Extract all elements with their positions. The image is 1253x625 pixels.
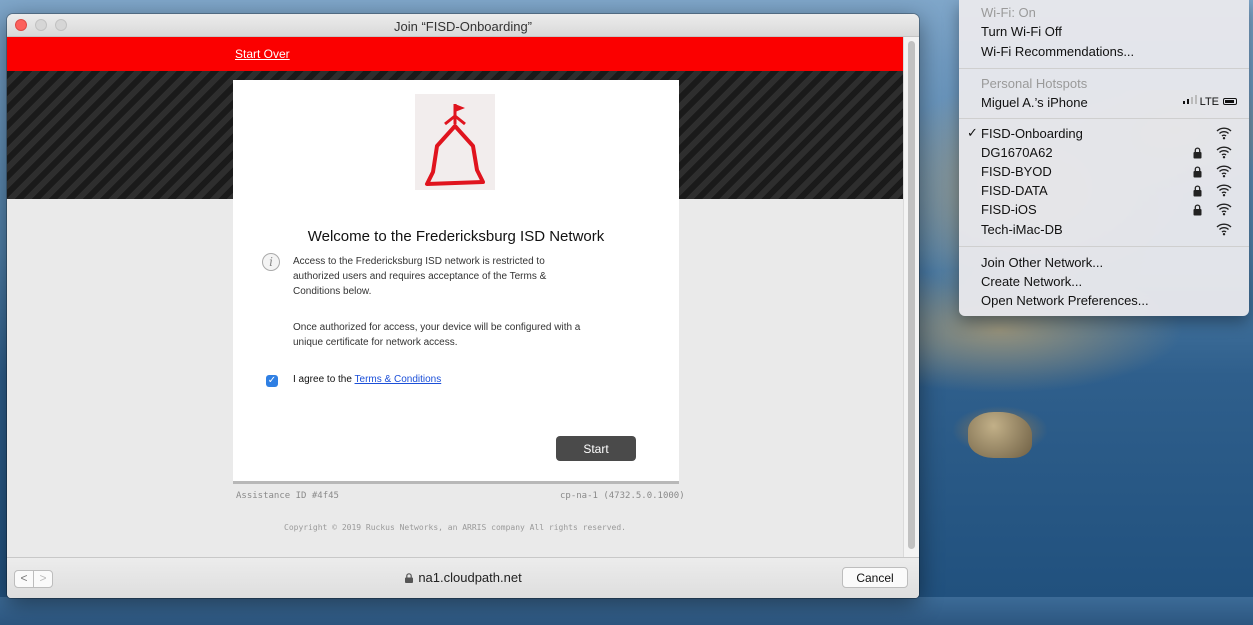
build-version: cp-na-1 (4732.5.0.1000) [560,491,685,501]
fisd-schoolhouse-logo [415,94,495,190]
minimize-window-button[interactable] [35,19,47,31]
network-item-tech-imac-db[interactable]: Tech-iMac-DB [981,220,1063,239]
zoom-window-button[interactable] [55,19,67,31]
window-title: Join “FISD-Onboarding” [394,19,532,34]
captive-portal-window: Join “FISD-Onboarding” Start Over Welcom… [7,14,919,598]
window-bottom-bar: < > na1.cloudpath.net Cancel [7,557,919,598]
url-display: na1.cloudpath.net [7,570,919,585]
network-item-dg1670a62[interactable]: DG1670A62 [981,143,1053,162]
url-text: na1.cloudpath.net [418,570,522,585]
lock-icon [1193,166,1202,178]
wifi-signal-icon [1216,184,1232,197]
portal-content: Start Over Welcome to the Fredericksburg… [7,37,903,557]
hotspot-item-iphone[interactable]: Miguel A.’s iPhone [981,93,1088,112]
wifi-signal-icon [1216,223,1232,236]
header-red-bar: Start Over [7,37,903,71]
network-item-fisd-ios[interactable]: FISD-iOS [981,200,1037,219]
turn-wifi-off-item[interactable]: Turn Wi-Fi Off [981,22,1062,41]
close-window-button[interactable] [15,19,27,31]
wallpaper-sea [0,597,1253,625]
lock-icon [1193,147,1202,159]
agree-terms-checkbox[interactable]: ✓ [266,375,278,387]
network-item-fisd-onboarding[interactable]: FISD-Onboarding [981,124,1083,143]
vertical-scrollbar[interactable] [903,37,919,557]
connected-checkmark-icon: ✓ [967,125,978,140]
info-icon: i [262,253,280,271]
terms-conditions-link[interactable]: Terms & Conditions [355,374,442,385]
start-button[interactable]: Start [556,436,636,461]
wallpaper-rock [968,412,1032,458]
agree-terms-label: I agree to the Terms & Conditions [293,374,533,385]
start-over-link[interactable]: Start Over [235,47,290,61]
personal-hotspots-header: Personal Hotspots [981,76,1088,91]
network-item-fisd-data[interactable]: FISD-DATA [981,181,1048,200]
window-titlebar[interactable]: Join “FISD-Onboarding” [7,14,919,37]
wifi-signal-icon [1216,165,1232,178]
wifi-recommendations-item[interactable]: Wi-Fi Recommendations... [981,42,1134,61]
lock-icon [1193,204,1202,216]
join-other-network-item[interactable]: Join Other Network... [981,253,1103,272]
lock-icon [405,573,414,583]
access-notice-text: Access to the Fredericksburg ISD network… [293,256,547,297]
scrollbar-thumb[interactable] [908,41,915,549]
welcome-heading: Welcome to the Fredericksburg ISD Networ… [307,228,605,245]
menu-separator [959,118,1249,119]
network-type-label: LTE [1199,96,1219,108]
menu-separator [959,246,1249,247]
hotspot-status: LTE [1182,95,1237,108]
wifi-signal-icon [1216,127,1232,140]
signal-bars-icon [1182,95,1197,104]
certificate-notice-text: Once authorized for access, your device … [293,322,581,348]
lock-icon [1193,185,1202,197]
assistance-id: Assistance ID #4f45 [236,491,339,501]
network-item-fisd-byod[interactable]: FISD-BYOD [981,162,1052,181]
cancel-button[interactable]: Cancel [842,567,908,588]
wifi-signal-icon [1216,146,1232,159]
create-network-item[interactable]: Create Network... [981,272,1082,291]
welcome-card: Welcome to the Fredericksburg ISD Networ… [233,80,679,484]
agree-prefix-text: I agree to the [293,374,355,385]
open-network-preferences-item[interactable]: Open Network Preferences... [981,291,1149,310]
menu-separator [959,68,1249,69]
wifi-menu: Wi-Fi: On Turn Wi-Fi Off Wi-Fi Recommend… [959,0,1249,316]
wifi-status: Wi-Fi: On [981,5,1036,20]
battery-icon [1223,98,1237,105]
copyright-text: Copyright © 2019 Ruckus Networks, an ARR… [284,523,626,532]
wifi-signal-icon [1216,203,1232,216]
